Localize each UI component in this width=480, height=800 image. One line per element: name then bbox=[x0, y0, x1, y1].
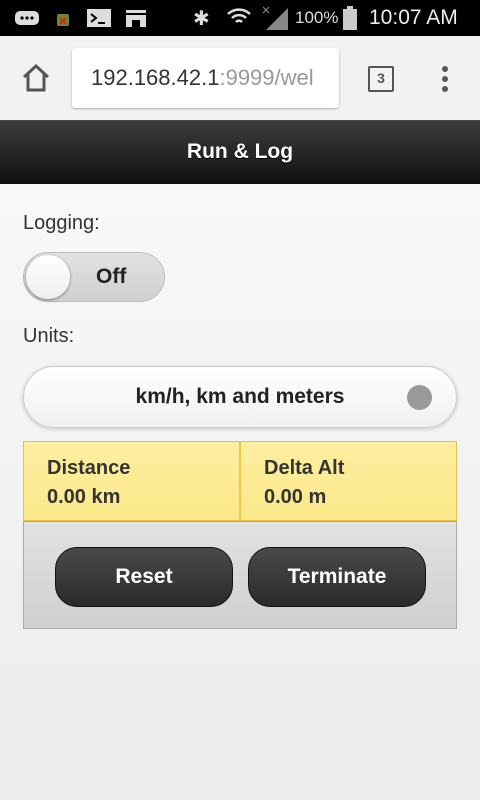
terminate-button[interactable]: Terminate bbox=[248, 547, 426, 607]
battery-icon bbox=[342, 6, 358, 30]
logging-toggle[interactable]: Off bbox=[23, 252, 165, 302]
toggle-knob[interactable] bbox=[26, 255, 70, 299]
bluetooth-icon: ✱ bbox=[193, 7, 210, 30]
url-host: 192.168.42.1 bbox=[91, 65, 220, 90]
reset-button[interactable]: Reset bbox=[55, 547, 233, 607]
units-label: Units: bbox=[23, 325, 75, 347]
url-path: :9999/wel bbox=[219, 65, 314, 90]
stat-delta-alt: Delta Alt 0.00 m bbox=[239, 442, 456, 520]
messages-icon bbox=[14, 7, 40, 29]
page-title: Run & Log bbox=[0, 120, 480, 184]
stat-label: Delta Alt bbox=[264, 457, 345, 479]
wifi-icon bbox=[226, 7, 252, 29]
url-bar[interactable]: 192.168.42.1:9999/wel bbox=[72, 48, 339, 108]
logging-label: Logging: bbox=[23, 212, 100, 234]
tab-switcher-button[interactable]: 3 bbox=[368, 66, 394, 92]
units-select[interactable]: km/h, km and meters bbox=[23, 366, 457, 428]
select-indicator-icon bbox=[407, 385, 432, 410]
store-icon bbox=[125, 7, 147, 29]
terminal-icon bbox=[87, 7, 111, 29]
toggle-state: Off bbox=[96, 265, 127, 288]
android-debug-icon bbox=[54, 7, 72, 29]
units-selected: km/h, km and meters bbox=[135, 385, 345, 408]
main-content: Logging: Off Units: km/h, km and meters … bbox=[0, 184, 480, 800]
stats-panel: Distance 0.00 km Delta Alt 0.00 m bbox=[23, 441, 457, 521]
battery-percent: 100% bbox=[295, 8, 339, 27]
menu-icon[interactable] bbox=[440, 65, 450, 100]
stat-value: 0.00 m bbox=[264, 486, 327, 508]
signal-icon bbox=[262, 6, 288, 30]
button-bar: Reset Terminate bbox=[23, 521, 457, 629]
browser-toolbar: 192.168.42.1:9999/wel 3 bbox=[0, 36, 480, 120]
status-bar: ✱ 100% 10:07 AM bbox=[0, 0, 480, 36]
stat-value: 0.00 km bbox=[47, 486, 121, 508]
clock: 10:07 AM bbox=[369, 6, 458, 29]
stat-label: Distance bbox=[47, 457, 131, 479]
home-icon[interactable] bbox=[21, 63, 51, 97]
stat-distance: Distance 0.00 km bbox=[24, 442, 239, 520]
